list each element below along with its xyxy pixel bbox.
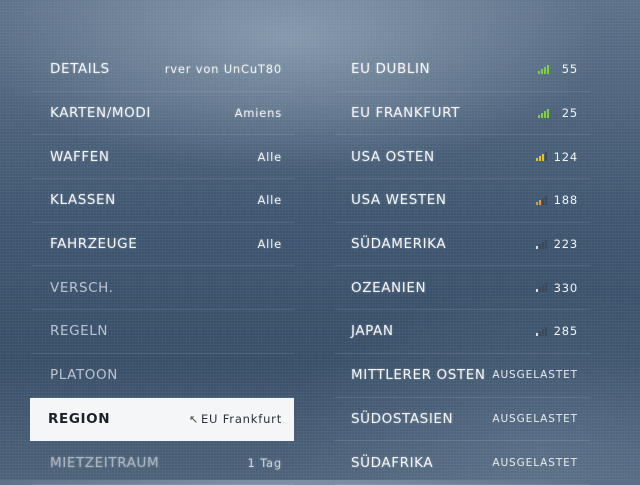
ping-value: 330 xyxy=(553,280,578,295)
menu-item-details[interactable]: DETAILS rver von UnCuT80 xyxy=(32,48,294,92)
ping-indicator: 285 xyxy=(535,324,578,339)
menu-item-label: DETAILS xyxy=(50,61,110,78)
menu-item-platoon[interactable]: PLATOON xyxy=(32,354,294,398)
region-name: USA OSTEN xyxy=(351,148,435,165)
region-option-south-america[interactable]: SÜDAMERIKA 223 xyxy=(335,223,590,267)
region-option-usa-east[interactable]: USA OSTEN 124 xyxy=(335,135,590,180)
settings-menu: DETAILS rver von UnCuT80 KARTEN/MODI Ami… xyxy=(30,48,294,485)
region-name: SÜDOSTASIEN xyxy=(351,410,454,427)
signal-strength-icon xyxy=(535,283,547,293)
menu-item-label: KLASSEN xyxy=(50,192,116,209)
ping-indicator: 188 xyxy=(535,193,578,208)
region-name: OZEANIEN xyxy=(351,279,427,296)
region-name: USA WESTEN xyxy=(351,192,447,209)
menu-item-weapons[interactable]: WAFFEN Alle xyxy=(32,135,294,180)
region-option-japan[interactable]: JAPAN 285 xyxy=(335,310,590,354)
menu-item-label: PLATOON xyxy=(50,367,118,384)
menu-item-value: Alle xyxy=(257,149,282,164)
signal-strength-icon xyxy=(535,326,547,336)
region-option-eu-frankfurt[interactable]: EU FRANKFURT 25 xyxy=(335,92,590,136)
menu-item-maps-modes[interactable]: KARTEN/MODI Amiens xyxy=(32,92,294,136)
menu-item-value: Alle xyxy=(257,237,282,252)
region-option-southeast-asia[interactable]: SÜDOSTASIEN AUSGELASTET xyxy=(335,398,590,442)
region-option-south-africa[interactable]: SÜDAFRIKA AUSGELASTET xyxy=(335,441,590,485)
region-name: JAPAN xyxy=(351,323,394,340)
mouse-cursor-icon: ↖ xyxy=(188,412,199,426)
region-option-usa-west[interactable]: USA WESTEN 188 xyxy=(335,179,590,223)
menu-item-value: Amiens xyxy=(234,106,282,121)
region-name: SÜDAFRIKA xyxy=(351,454,434,471)
menu-item-value: ↖ EU Frankfurt xyxy=(189,412,282,426)
menu-item-label: VERSCH. xyxy=(50,279,114,296)
menu-item-label: MIETZEITRAUM xyxy=(50,454,160,471)
region-option-oceania[interactable]: OZEANIEN 330 xyxy=(335,266,590,311)
ping-value: 55 xyxy=(561,62,578,77)
menu-item-label: REGELN xyxy=(50,323,109,340)
region-name: EU DUBLIN xyxy=(351,61,431,78)
ping-indicator: 25 xyxy=(538,106,578,120)
ping-value: 25 xyxy=(561,106,578,121)
ping-indicator: 124 xyxy=(535,149,578,164)
menu-item-region-selected[interactable]: REGION ↖ EU Frankfurt xyxy=(30,397,294,442)
capacity-status: AUSGELASTET xyxy=(492,456,578,469)
region-option-eu-dublin[interactable]: EU DUBLIN 55 xyxy=(335,48,590,92)
region-name: MITTLERER OSTEN xyxy=(351,367,486,384)
menu-item-label: REGION xyxy=(48,410,111,427)
ping-indicator: 223 xyxy=(535,237,578,252)
menu-item-label: FAHRZEUGE xyxy=(50,236,138,253)
ping-value: 124 xyxy=(553,149,578,164)
menu-item-misc[interactable]: VERSCH. xyxy=(32,266,294,311)
ping-value: 188 xyxy=(553,193,578,208)
menu-item-classes[interactable]: KLASSEN Alle xyxy=(32,179,294,223)
ping-value: 223 xyxy=(553,237,578,252)
capacity-status: AUSGELASTET xyxy=(492,369,578,382)
menu-item-value: 1 Tag xyxy=(247,455,282,470)
menu-item-value: rver von UnCuT80 xyxy=(164,62,282,77)
ping-value: 285 xyxy=(553,324,578,339)
signal-strength-icon xyxy=(535,195,547,205)
signal-strength-icon xyxy=(535,239,547,249)
region-value-text: EU Frankfurt xyxy=(200,411,282,426)
menu-item-value: Alle xyxy=(257,193,282,208)
region-list: EU DUBLIN 55 EU FRANKFURT 25 USA OSTEN 1… xyxy=(335,48,590,485)
ping-indicator: 330 xyxy=(535,280,578,295)
signal-strength-icon xyxy=(535,152,547,162)
ping-indicator: 55 xyxy=(538,62,578,76)
signal-strength-icon xyxy=(538,64,549,74)
region-name: SÜDAMERIKA xyxy=(351,236,447,253)
menu-item-rules[interactable]: REGELN xyxy=(32,310,294,354)
signal-strength-icon xyxy=(538,108,549,118)
menu-item-rental-period[interactable]: MIETZEITRAUM 1 Tag xyxy=(32,441,294,485)
region-name: EU FRANKFURT xyxy=(351,105,460,122)
menu-item-label: WAFFEN xyxy=(50,148,110,165)
region-option-middle-east[interactable]: MITTLERER OSTEN AUSGELASTET xyxy=(335,354,590,398)
menu-item-vehicles[interactable]: FAHRZEUGE Alle xyxy=(32,223,294,267)
menu-item-label: KARTEN/MODI xyxy=(50,105,151,122)
capacity-status: AUSGELASTET xyxy=(492,412,578,425)
